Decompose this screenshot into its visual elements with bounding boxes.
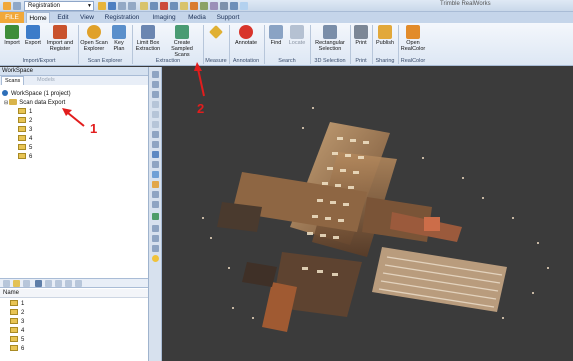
annotation-arrow bbox=[197, 68, 205, 97]
annotation-number-2: 2 bbox=[197, 101, 205, 116]
annotation-arrowhead bbox=[194, 62, 202, 71]
annotation-overlay bbox=[62, 62, 205, 127]
annotation-number-1: 1 bbox=[90, 121, 98, 136]
annotation-arrow bbox=[67, 112, 85, 127]
trimble-realworks-window: Registration ▼ Trimble RealWorks FILE Ho… bbox=[0, 0, 573, 361]
